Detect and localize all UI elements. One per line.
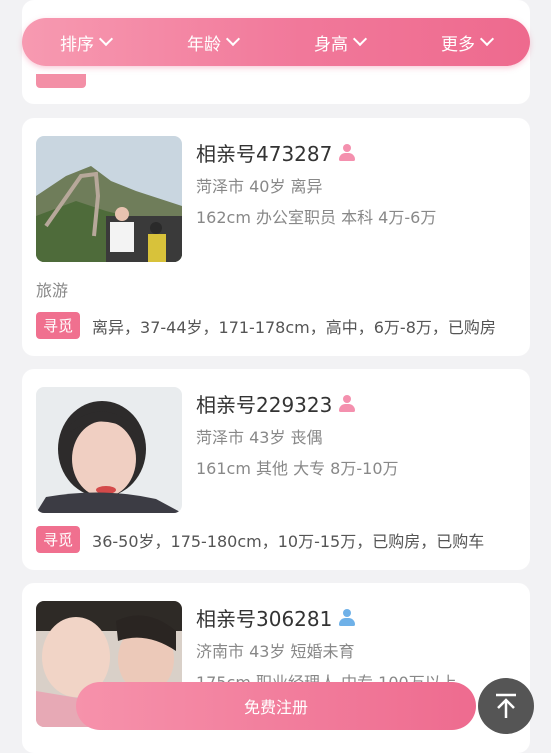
male-user-icon <box>338 608 356 628</box>
profile-basic-info: 济南市 43岁 短婚未育 <box>196 642 355 661</box>
profile-title: 相亲号473287 <box>196 138 356 167</box>
profile-card[interactable]: 相亲号229323 菏泽市 43岁 丧偶 161cm 其他 大专 8万-10万 … <box>22 369 530 570</box>
back-to-top-button[interactable] <box>478 678 534 734</box>
profile-basic-info: 菏泽市 43岁 丧偶 <box>196 428 323 447</box>
profile-photo[interactable] <box>36 387 182 513</box>
chevron-down-icon <box>98 31 114 47</box>
filter-height[interactable]: 身高 <box>276 30 403 55</box>
chevron-down-icon <box>479 31 495 47</box>
profile-title: 相亲号229323 <box>196 389 356 418</box>
profile-id: 相亲号229323 <box>196 393 333 417</box>
filter-more[interactable]: 更多 <box>403 30 530 55</box>
profile-detail-info: 161cm 其他 大专 8万-10万 <box>196 459 399 478</box>
seek-tag: 寻觅 <box>36 312 81 339</box>
seek-row: 寻觅 36-50岁，175-180cm，10万-15万，已购房，已购车 <box>36 526 520 553</box>
female-user-icon <box>338 143 356 163</box>
profile-detail-info: 162cm 办公室职员 本科 4万-6万 <box>196 208 437 227</box>
filter-height-label: 身高 <box>314 34 348 55</box>
female-user-icon <box>338 394 356 414</box>
filter-age[interactable]: 年龄 <box>149 30 276 55</box>
seek-criteria: 36-50岁，175-180cm，10万-15万，已购房，已购车 <box>92 531 485 551</box>
profile-title: 相亲号306281 <box>196 603 356 632</box>
profile-basic-info: 菏泽市 40岁 离异 <box>196 177 323 196</box>
filter-bar: 排序 年龄 身高 更多 <box>22 18 530 66</box>
profile-id: 相亲号306281 <box>196 607 333 631</box>
arrow-up-to-top-icon <box>496 693 516 718</box>
chevron-down-icon <box>225 31 241 47</box>
free-register-button[interactable]: 免费注册 <box>76 682 476 730</box>
filter-more-label: 更多 <box>441 34 475 55</box>
profile-interest: 旅游 <box>36 281 69 300</box>
seek-tag-partial <box>36 74 86 88</box>
profile-id: 相亲号473287 <box>196 142 333 166</box>
seek-criteria: 离异，37-44岁，171-178cm，高中，6万-8万，已购房 <box>92 317 496 337</box>
seek-tag: 寻觅 <box>36 526 81 553</box>
profile-photo[interactable] <box>36 136 182 262</box>
filter-sort[interactable]: 排序 <box>22 30 149 55</box>
profile-card[interactable]: 相亲号473287 菏泽市 40岁 离异 162cm 办公室职员 本科 4万-6… <box>22 118 530 356</box>
filter-sort-label: 排序 <box>60 34 94 55</box>
filter-age-label: 年龄 <box>187 34 221 55</box>
seek-row: 寻觅 离异，37-44岁，171-178cm，高中，6万-8万，已购房 <box>36 312 520 339</box>
chevron-down-icon <box>352 31 368 47</box>
